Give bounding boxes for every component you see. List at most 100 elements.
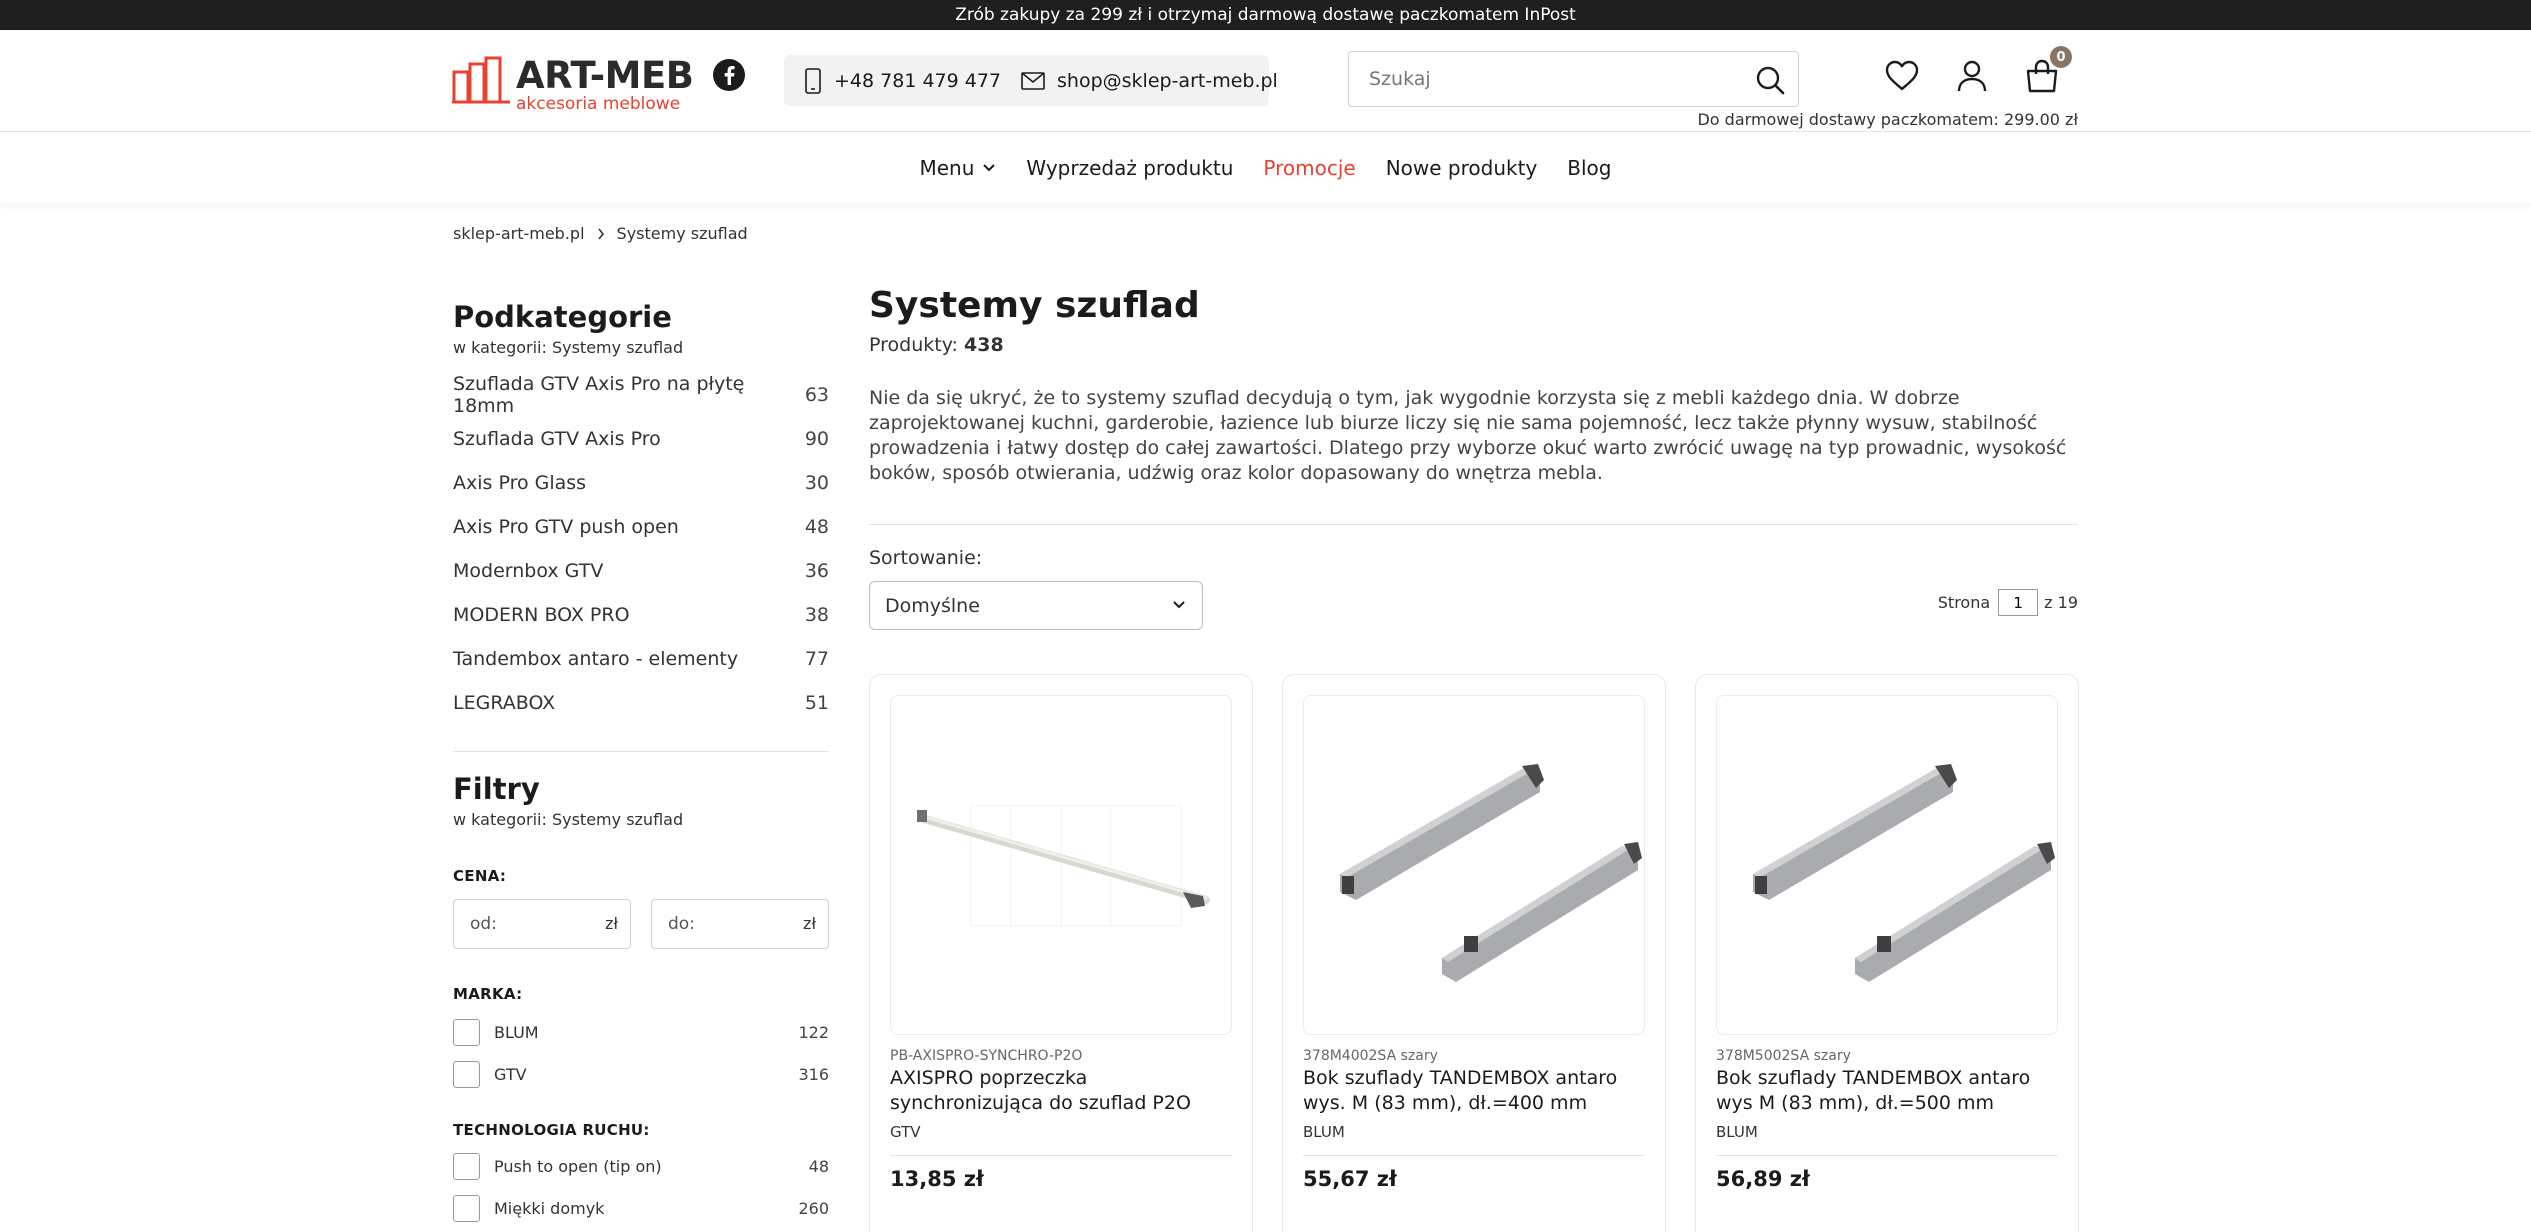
filters-title: Filtry: [453, 772, 540, 806]
phone-link[interactable]: +48 781 479 477: [804, 67, 1001, 94]
product-image[interactable]: [1716, 695, 2058, 1035]
logo[interactable]: ART-MEB akcesoria meblowe: [452, 54, 694, 114]
currency-label: zł: [803, 914, 816, 933]
product-image[interactable]: [890, 695, 1232, 1035]
search-input[interactable]: [1349, 52, 1739, 106]
price-filter: zł zł: [453, 899, 829, 949]
price-filter-label: CENA:: [453, 867, 507, 885]
sidebar-divider: [453, 751, 829, 752]
product-name[interactable]: AXISPRO poprzeczka synchronizująca do sz…: [890, 1066, 1232, 1116]
mail-icon: [1021, 71, 1045, 90]
breadcrumb-home[interactable]: sklep-art-meb.pl: [453, 224, 585, 243]
sort-selected-value: Domyślne: [885, 594, 980, 617]
price-from-box: zł: [453, 899, 631, 949]
nav-blog[interactable]: Blog: [1567, 156, 1611, 180]
motion-tech-option[interactable]: Miękki domyk 260: [453, 1187, 829, 1229]
promo-bar: Zrób zakupy za 299 zł i otrzymaj darmową…: [0, 0, 2531, 30]
subcategory-count: 30: [804, 472, 829, 494]
subcategory-item[interactable]: Axis Pro GTV push open 48: [453, 505, 829, 549]
subcategory-list: Szuflada GTV Axis Pro na płytę 18mm 63 Sz…: [453, 373, 829, 725]
search-icon[interactable]: [1754, 64, 1786, 96]
chevron-down-icon: [983, 164, 996, 172]
currency-label: zł: [605, 914, 618, 933]
subcategory-count: 38: [804, 604, 829, 626]
brand-count: 122: [798, 1022, 829, 1042]
user-icon[interactable]: [1954, 58, 1990, 94]
page-label: Strona: [1937, 593, 1991, 612]
subcategory-item[interactable]: MODERN BOX PRO 38: [453, 593, 829, 637]
sync-bar-image: [917, 805, 1210, 927]
card-divider: [1716, 1155, 2058, 1156]
nav-new-products[interactable]: Nowe produkty: [1386, 156, 1538, 180]
drawer-side-image: [1340, 764, 1642, 982]
subcategory-item[interactable]: Tandembox antaro - elementy 77: [453, 637, 829, 681]
nav-menu[interactable]: Menu: [920, 156, 997, 180]
product-sku: 378M4002SA szary: [1303, 1048, 1438, 1064]
subcategory-name: Szuflada GTV Axis Pro: [453, 428, 661, 450]
drawer-side-image: [1753, 764, 2055, 982]
subcategory-count: 63: [804, 384, 829, 406]
breadcrumb-current: Systemy szuflad: [616, 224, 748, 243]
chevron-down-icon: [1173, 601, 1185, 609]
subcategory-item[interactable]: Szuflada GTV Axis Pro na płytę 18mm 63: [453, 373, 829, 417]
brand-filter-option[interactable]: GTV 316: [453, 1053, 829, 1095]
page-total: z 19: [2044, 593, 2078, 612]
sidebar: Podkategorie w kategorii: Systemy szufla…: [453, 300, 829, 1229]
motion-tech-count: 48: [808, 1156, 829, 1176]
pagination: Strona z 19: [1938, 589, 2078, 616]
email-link[interactable]: shop@sklep-art-meb.pl: [1021, 70, 1278, 92]
facebook-icon[interactable]: [712, 58, 746, 92]
free-shipping-info: Do darmowej dostawy paczkomatem: 299.00 …: [1697, 110, 2078, 129]
brand-checkbox[interactable]: [453, 1018, 480, 1046]
motion-tech-name: Miękki domyk: [494, 1198, 605, 1218]
sort-select[interactable]: Domyślne: [869, 581, 1203, 630]
contact-box: +48 781 479 477 shop@sklep-art-meb.pl: [784, 55, 1278, 106]
page-number-input[interactable]: [1998, 589, 2039, 616]
card-divider: [1303, 1155, 1645, 1156]
subcategory-name: Szuflada GTV Axis Pro na płytę 18mm: [453, 373, 745, 417]
product-brand: BLUM: [1716, 1123, 1758, 1141]
motion-tech-checkbox[interactable]: [453, 1194, 480, 1222]
product-name[interactable]: Bok szuflady TANDEMBOX antaro wys M (83 …: [1716, 1066, 2058, 1116]
nav-sale[interactable]: Wyprzedaż produktu: [1026, 156, 1233, 180]
brand-checkbox[interactable]: [453, 1060, 480, 1088]
motion-tech-option[interactable]: Push to open (tip on) 48: [453, 1145, 829, 1187]
product-card[interactable]: 378M5002SA szary Bok szuflady TANDEMBOX …: [1695, 674, 2079, 1232]
product-image[interactable]: [1303, 695, 1645, 1035]
subcategory-count: 51: [804, 692, 829, 714]
product-brand: BLUM: [1303, 1123, 1345, 1141]
subcategory-item[interactable]: LEGRABOX 51: [453, 681, 829, 725]
product-name[interactable]: Bok szuflady TANDEMBOX antaro wys. M (83…: [1303, 1066, 1645, 1116]
price-to-box: zł: [651, 899, 829, 949]
nav-promotions[interactable]: Promocje: [1263, 156, 1355, 180]
price-to-input[interactable]: [652, 900, 792, 948]
subcategory-item[interactable]: Axis Pro Glass 30: [453, 461, 829, 505]
brand-filter-label: MARKA:: [453, 985, 523, 1003]
cart-count-badge: 0: [2050, 46, 2072, 68]
search-box: [1348, 51, 1799, 107]
subcategory-item[interactable]: Modernbox GTV 36: [453, 549, 829, 593]
product-card[interactable]: PB-AXISPRO-SYNCHRO-P2O AXISPRO poprzeczk…: [869, 674, 1253, 1232]
product-sku: PB-AXISPRO-SYNCHRO-P2O: [890, 1048, 1083, 1064]
subcategory-name: MODERN BOX PRO: [453, 604, 630, 626]
product-count-value: 438: [964, 334, 1004, 356]
motion-tech-filter-label: TECHNOLOGIA RUCHU:: [453, 1121, 650, 1139]
subcategory-count: 36: [804, 560, 829, 582]
subcategory-count: 77: [804, 648, 829, 670]
motion-tech-checkbox[interactable]: [453, 1152, 480, 1180]
subcategory-name: Tandembox antaro - elementy: [453, 648, 739, 670]
brand-name: BLUM: [494, 1022, 539, 1042]
heart-icon[interactable]: [1884, 58, 1920, 94]
subcategories-title: Podkategorie: [453, 300, 672, 334]
subcategory-name: Axis Pro Glass: [453, 472, 587, 494]
email-address: shop@sklep-art-meb.pl: [1057, 69, 1278, 92]
page-title: Systemy szuflad: [869, 285, 1200, 326]
header: ART-MEB akcesoria meblowe +48 781 479 47…: [0, 30, 2531, 132]
product-count: Produkty: 438: [869, 334, 2078, 356]
logo-name: ART-MEB: [516, 54, 694, 97]
price-from-input[interactable]: [454, 900, 594, 948]
subcategory-name: LEGRABOX: [453, 692, 556, 714]
subcategory-item[interactable]: Szuflada GTV Axis Pro 90: [453, 417, 829, 461]
product-card[interactable]: 378M4002SA szary Bok szuflady TANDEMBOX …: [1282, 674, 1666, 1232]
brand-filter-option[interactable]: BLUM 122: [453, 1011, 829, 1053]
